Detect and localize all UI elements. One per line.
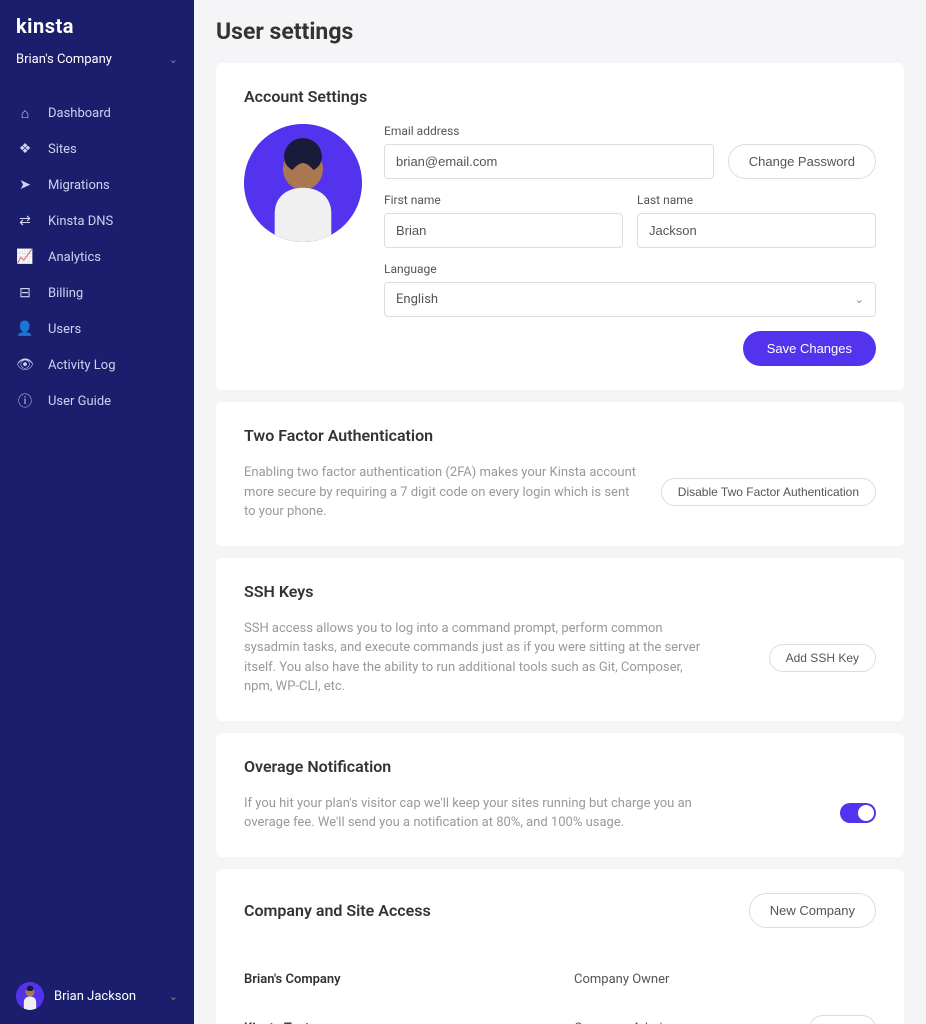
- company-selector-label: Brian's Company: [16, 52, 112, 67]
- two-factor-title: Two Factor Authentication: [244, 426, 876, 445]
- sites-icon: ❖: [16, 140, 34, 158]
- company-access-title: Company and Site Access: [244, 901, 431, 920]
- brand-logo: kinsta: [0, 0, 194, 44]
- language-select[interactable]: English ⌄: [384, 282, 876, 317]
- company-row: Kinsta Test Company Admin Leave: [244, 1001, 876, 1024]
- billing-icon: ⊟: [16, 284, 34, 302]
- user-menu[interactable]: Brian Jackson ⌄: [0, 968, 194, 1024]
- analytics-icon: 📈: [16, 248, 34, 266]
- company-selector[interactable]: Brian's Company ⌄: [0, 44, 194, 85]
- sidebar-item-dns[interactable]: ⇄ Kinsta DNS: [0, 203, 194, 239]
- first-name-label: First name: [384, 193, 623, 207]
- user-avatar-large: [244, 124, 362, 242]
- change-password-button[interactable]: Change Password: [728, 144, 876, 179]
- ssh-keys-description: SSH access allows you to log into a comm…: [244, 619, 704, 697]
- company-access-card: Company and Site Access New Company Bria…: [216, 869, 904, 1024]
- sidebar-item-label: Analytics: [48, 250, 101, 265]
- two-factor-description: Enabling two factor authentication (2FA)…: [244, 463, 637, 522]
- company-name: Brian's Company: [244, 972, 574, 987]
- add-ssh-key-button[interactable]: Add SSH Key: [769, 644, 876, 672]
- chevron-down-icon: ⌄: [855, 293, 864, 306]
- sidebar-item-label: Sites: [48, 142, 77, 157]
- account-settings-title: Account Settings: [244, 87, 876, 106]
- home-icon: ⌂: [16, 104, 34, 122]
- sidebar-item-label: Billing: [48, 286, 83, 301]
- sidebar-item-label: Migrations: [48, 178, 110, 193]
- sidebar-item-label: Dashboard: [48, 106, 111, 121]
- last-name-field[interactable]: [637, 213, 876, 248]
- user-name: Brian Jackson: [54, 989, 169, 1004]
- chevron-down-icon: ⌄: [169, 53, 178, 66]
- sidebar-nav: ⌂ Dashboard ❖ Sites ➤ Migrations ⇄ Kinst…: [0, 85, 194, 968]
- company-row: Brian's Company Company Owner: [244, 958, 876, 1001]
- overage-description: If you hit your plan's visitor cap we'll…: [244, 794, 704, 833]
- sidebar-item-migrations[interactable]: ➤ Migrations: [0, 167, 194, 203]
- last-name-label: Last name: [637, 193, 876, 207]
- sidebar-item-activity[interactable]: 👁 Activity Log: [0, 347, 194, 383]
- sidebar-item-users[interactable]: 👤 Users: [0, 311, 194, 347]
- user-avatar-small: [16, 982, 44, 1010]
- two-factor-card: Two Factor Authentication Enabling two f…: [216, 402, 904, 546]
- leave-company-button[interactable]: Leave: [809, 1015, 876, 1024]
- company-role: Company Owner: [574, 972, 796, 987]
- sidebar-item-analytics[interactable]: 📈 Analytics: [0, 239, 194, 275]
- sidebar-item-sites[interactable]: ❖ Sites: [0, 131, 194, 167]
- main-content: User settings Account Settings Email add…: [194, 0, 926, 1024]
- first-name-field[interactable]: [384, 213, 623, 248]
- ssh-keys-title: SSH Keys: [244, 582, 876, 601]
- overage-card: Overage Notification If you hit your pla…: [216, 733, 904, 857]
- email-label: Email address: [384, 124, 714, 138]
- sidebar-item-billing[interactable]: ⊟ Billing: [0, 275, 194, 311]
- save-changes-button[interactable]: Save Changes: [743, 331, 876, 366]
- migrations-icon: ➤: [16, 176, 34, 194]
- new-company-button[interactable]: New Company: [749, 893, 876, 928]
- sidebar-item-label: Users: [48, 322, 81, 337]
- dns-icon: ⇄: [16, 212, 34, 230]
- overage-title: Overage Notification: [244, 757, 876, 776]
- email-field[interactable]: [384, 144, 714, 179]
- language-value: English: [396, 292, 438, 307]
- guide-icon: ⓘ: [16, 392, 34, 410]
- activity-icon: 👁: [16, 356, 34, 374]
- sidebar: kinsta Brian's Company ⌄ ⌂ Dashboard ❖ S…: [0, 0, 194, 1024]
- ssh-keys-card: SSH Keys SSH access allows you to log in…: [216, 558, 904, 721]
- sidebar-item-guide[interactable]: ⓘ User Guide: [0, 383, 194, 419]
- language-label: Language: [384, 262, 876, 276]
- overage-toggle[interactable]: [840, 803, 876, 823]
- sidebar-item-label: User Guide: [48, 394, 111, 409]
- account-settings-card: Account Settings Email address Change Pa…: [216, 63, 904, 390]
- page-title: User settings: [216, 18, 904, 45]
- sidebar-item-label: Kinsta DNS: [48, 214, 113, 229]
- users-icon: 👤: [16, 320, 34, 338]
- sidebar-item-label: Activity Log: [48, 358, 116, 373]
- disable-2fa-button[interactable]: Disable Two Factor Authentication: [661, 478, 876, 506]
- chevron-down-icon: ⌄: [169, 990, 178, 1003]
- sidebar-item-dashboard[interactable]: ⌂ Dashboard: [0, 95, 194, 131]
